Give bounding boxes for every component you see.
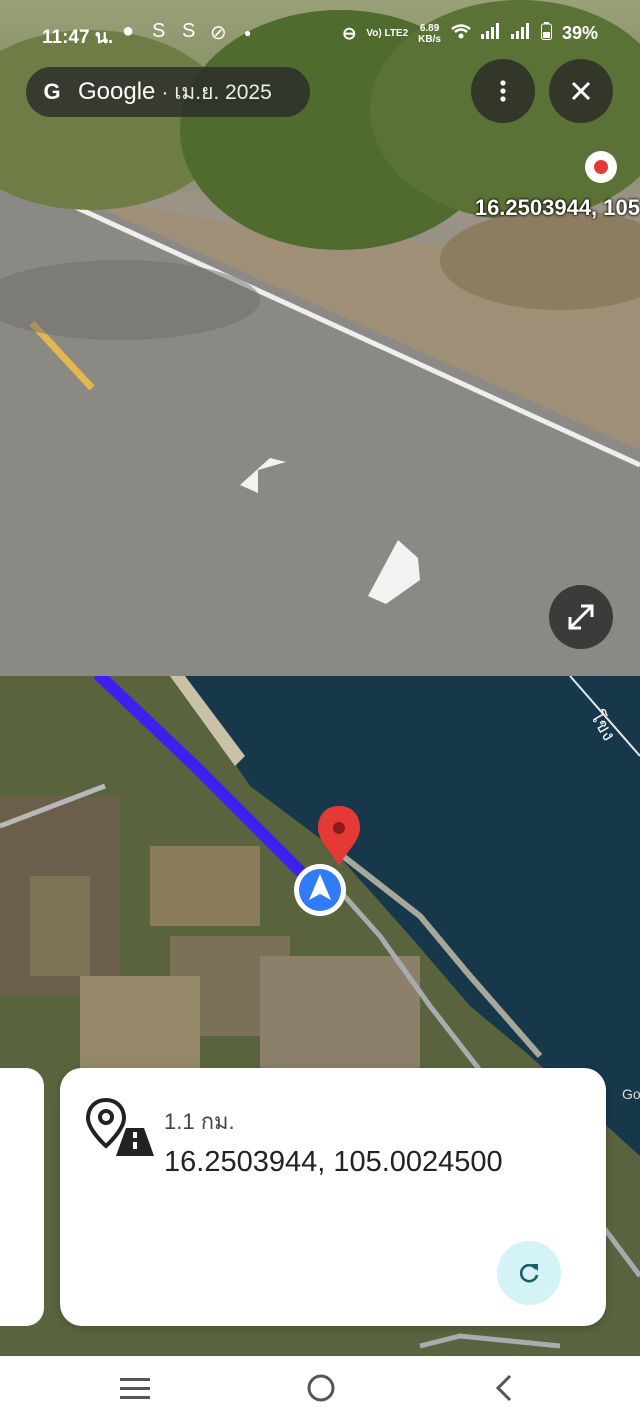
s-app-icon: S	[152, 20, 166, 42]
wifi-icon	[451, 23, 471, 44]
signal-icon	[480, 23, 501, 44]
previous-card[interactable]	[0, 1068, 44, 1326]
google-g-icon: G	[43, 79, 61, 104]
refresh-button[interactable]	[497, 1241, 561, 1305]
speed-value: 6.89	[419, 22, 440, 34]
back-icon[interactable]	[492, 1372, 516, 1404]
expand-icon	[568, 604, 594, 630]
coordinates-label: 16.2503944, 105.0024500	[164, 1146, 503, 1178]
signal-icon-2	[510, 23, 531, 44]
home-icon[interactable]	[305, 1372, 337, 1404]
close-icon	[571, 81, 591, 101]
refresh-icon	[519, 1263, 539, 1283]
close-button[interactable]	[549, 59, 613, 123]
brand-label: Google	[78, 78, 156, 105]
more-vert-icon	[500, 80, 506, 102]
speed-unit: KB/s	[418, 33, 441, 45]
battery-percent: 39%	[561, 23, 598, 43]
speed-indicator: 6.89 KB/s	[418, 23, 441, 45]
distance-route-icon	[86, 1098, 154, 1156]
recent-apps-icon[interactable]	[120, 1376, 152, 1402]
status-time: 11:47 น.	[42, 27, 114, 48]
capture-date: · เม.ย. 2025	[161, 80, 272, 104]
street-view-panel[interactable]: 11:47 น. ● S S ⊘ ● ⊖ Vo) LTE2 6.89 KB/s	[0, 0, 640, 676]
street-view-coordinates: 16.2503944, 105	[474, 195, 640, 220]
map-watermark: Goo	[622, 1086, 640, 1102]
street-view-attribution-chip[interactable]: G Google · เม.ย. 2025	[26, 67, 310, 117]
s-app-icon: S	[182, 20, 196, 42]
location-info-card[interactable]: 1.1 กม. 16.2503944, 105.0024500	[60, 1068, 606, 1326]
status-right: ⊖ Vo) LTE2 6.89 KB/s 39%	[342, 22, 598, 45]
no-disturb-icon: ⊘	[210, 22, 227, 44]
more-options-button[interactable]	[471, 59, 535, 123]
network-label: Vo) LTE2	[366, 27, 409, 39]
status-bar: 11:47 น. ● S S ⊘ ● ⊖ Vo) LTE2 6.89 KB/s	[0, 0, 640, 70]
dnd-icon: ⊖	[342, 23, 357, 43]
record-indicator-icon	[585, 151, 617, 183]
distance-label: 1.1 กม.	[164, 1109, 235, 1134]
message-icon: ●	[122, 20, 135, 42]
expand-button[interactable]	[549, 585, 613, 649]
dot-icon: ●	[244, 26, 252, 40]
battery-icon	[540, 22, 552, 45]
system-nav-bar	[0, 1356, 640, 1421]
